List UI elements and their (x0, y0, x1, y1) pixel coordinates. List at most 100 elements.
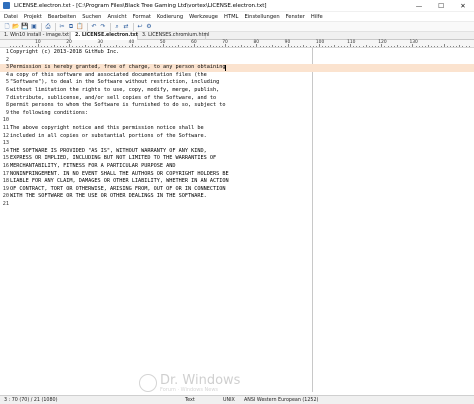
ruler-tick (122, 46, 124, 47)
toolbar-divider (41, 22, 42, 31)
ruler-tick (94, 46, 96, 47)
ruler-label: 80 (253, 40, 260, 45)
editor-line[interactable]: 8 permit persons to whom the Software is … (0, 102, 474, 110)
editor-line[interactable]: 10 (0, 117, 474, 125)
ruler-tick (268, 46, 270, 47)
line-text: included in all copies or substantial po… (10, 132, 207, 139)
menu-werkzeuge[interactable]: Werkzeuge (186, 14, 221, 20)
line-text: EXPRESS OR IMPLIED, INCLUDING BUT NOT LI… (10, 155, 217, 162)
editor-line[interactable]: 4a copy of this software and associated … (0, 72, 474, 80)
ruler-tick (331, 46, 333, 47)
tab-license-electron[interactable]: 2. LICENSE.electron.txt (70, 32, 138, 40)
line-number: 21 (2, 201, 9, 207)
menu-suchen[interactable]: Suchen (79, 14, 104, 20)
ruler-tick (66, 46, 68, 47)
ruler-tick (112, 46, 114, 47)
menu-datei[interactable]: Datei (0, 14, 21, 20)
menu-bearbeiten[interactable]: Bearbeiten (45, 14, 80, 20)
copy-icon[interactable]: ⧉ (67, 23, 75, 31)
ruler-tick (128, 46, 130, 47)
print-icon[interactable]: ⎙ (44, 23, 52, 31)
tab-licenses-chromium[interactable]: 3. LICENSES.chromium.html (138, 32, 209, 40)
editor-line[interactable]: 6 without limitation the rights to use, c… (0, 87, 474, 95)
editor-line[interactable]: 15 EXPRESS OR IMPLIED, INCLUDING BUT NOT … (0, 155, 474, 163)
menu-einstellungen[interactable]: Einstellungen (241, 14, 282, 20)
ruler-tick (449, 46, 451, 47)
menu-hilfe[interactable]: Hilfe (308, 14, 326, 20)
line-number: 5 (5, 79, 9, 86)
editor-line[interactable]: 14 THE SOFTWARE IS PROVIDED "AS IS", WITH… (0, 148, 474, 156)
text-editor[interactable]: 1 Copyright (c) 2013-2018 GitHub Inc. 2 3 Pe… (0, 48, 474, 392)
menu-html[interactable]: HTML (221, 14, 241, 20)
editor-line[interactable]: 20 WITH THE SOFTWARE OR THE USE OR OTHER … (0, 193, 474, 201)
editor-line[interactable]: 16 MERCHANTABILITY, FITNESS FOR A PARTICU… (0, 163, 474, 171)
ruler-label: 110 (347, 40, 356, 45)
ruler-tick (343, 46, 345, 47)
line-text: Copyright (c) 2013-2018 GitHub Inc. (10, 49, 120, 55)
menu-ansicht[interactable]: Ansicht (104, 14, 129, 20)
line-number: 13 (2, 140, 9, 147)
ruler-label: 90 (284, 40, 291, 45)
find-icon[interactable]: ⌕ (113, 23, 121, 31)
line-number: 14 (2, 147, 9, 154)
save-all-icon[interactable]: ▣ (30, 23, 38, 31)
editor-line[interactable]: 7 distribute, sublicense, and/or sell cop… (0, 95, 474, 103)
line-number: 19 (2, 185, 9, 192)
replace-icon[interactable]: ⇄ (122, 23, 130, 31)
ruler-tick (63, 46, 65, 47)
line-number: 4 (5, 71, 9, 78)
editor-line[interactable]: 18 LIABLE FOR ANY CLAIM, DAMAGES OR OTHER… (0, 178, 474, 186)
ruler-tick (437, 46, 439, 47)
close-button[interactable]: ✕ (452, 0, 474, 12)
editor-line[interactable]: 1 Copyright (c) 2013-2018 GitHub Inc. (0, 49, 474, 57)
save-icon[interactable]: 💾 (21, 23, 29, 31)
line-number: 1 (5, 49, 9, 55)
editor-line[interactable]: 21 (0, 201, 474, 209)
new-file-icon[interactable]: 🗋 (3, 23, 11, 31)
cut-icon[interactable]: ✂ (58, 23, 66, 31)
toolbar-divider (87, 22, 88, 31)
editor-line[interactable]: 17 NONINFRINGEMENT. IN NO EVENT SHALL THE… (0, 171, 474, 179)
menu-kodierung[interactable]: Kodierung (154, 14, 186, 20)
ruler-label: 30 (97, 40, 104, 45)
ruler-tick (187, 46, 189, 47)
menu-projekt[interactable]: Projekt (21, 14, 45, 20)
line-text: LIABLE FOR ANY CLAIM, DAMAGES OR OTHER L… (10, 178, 229, 185)
redo-icon[interactable]: ↷ (99, 23, 107, 31)
ruler-tick (424, 46, 426, 47)
status-encoding[interactable]: ANSI Western European (1252) (244, 396, 318, 404)
maximize-button[interactable]: ☐ (430, 0, 452, 12)
editor-line[interactable]: 2 (0, 57, 474, 65)
ruler-tick (240, 45, 242, 47)
editor-line[interactable]: 5 "Software"), to deal in the Software wi… (0, 79, 474, 87)
ruler-tick (91, 46, 93, 47)
open-file-icon[interactable]: 📂 (12, 23, 20, 31)
editor-line[interactable]: 11 The above copyright notice and this pe… (0, 125, 474, 133)
wrap-icon[interactable]: ↩ (136, 23, 144, 31)
paste-icon[interactable]: 📋 (76, 23, 84, 31)
ruler-tick (184, 46, 186, 47)
menu-fenster[interactable]: Fenster (283, 14, 308, 20)
ruler-tick (25, 46, 27, 47)
ruler-tick (150, 46, 152, 47)
settings-icon[interactable]: ⚙ (145, 23, 153, 31)
ruler-tick (56, 46, 58, 47)
editor-line[interactable]: 19 OF CONTRACT, TORT OR OTHERWISE, ARISIN… (0, 186, 474, 194)
menu-format[interactable]: Format (130, 14, 154, 20)
editor-line[interactable]: 12 included in all copies or substantial … (0, 133, 474, 141)
ruler-tick (228, 46, 230, 47)
editor-line[interactable]: 9 the following conditions: (0, 110, 474, 118)
status-line-ending[interactable]: UNIX (223, 396, 235, 404)
ruler-tick (234, 46, 236, 47)
ruler-tick (259, 46, 261, 47)
status-mode[interactable]: Text (185, 396, 195, 404)
editor-line[interactable]: 3 Permission is hereby granted, free of c… (0, 64, 474, 72)
ruler-label: 120 (378, 40, 387, 45)
minimize-button[interactable]: — (408, 0, 430, 12)
ruler-tick (375, 46, 377, 47)
editor-line[interactable]: 13 (0, 140, 474, 148)
tab-win10-install[interactable]: 1. Win10 install - image.txt (0, 32, 70, 40)
line-number: 11 (2, 125, 9, 131)
ruler-tick (300, 46, 302, 47)
undo-icon[interactable]: ↶ (90, 23, 98, 31)
